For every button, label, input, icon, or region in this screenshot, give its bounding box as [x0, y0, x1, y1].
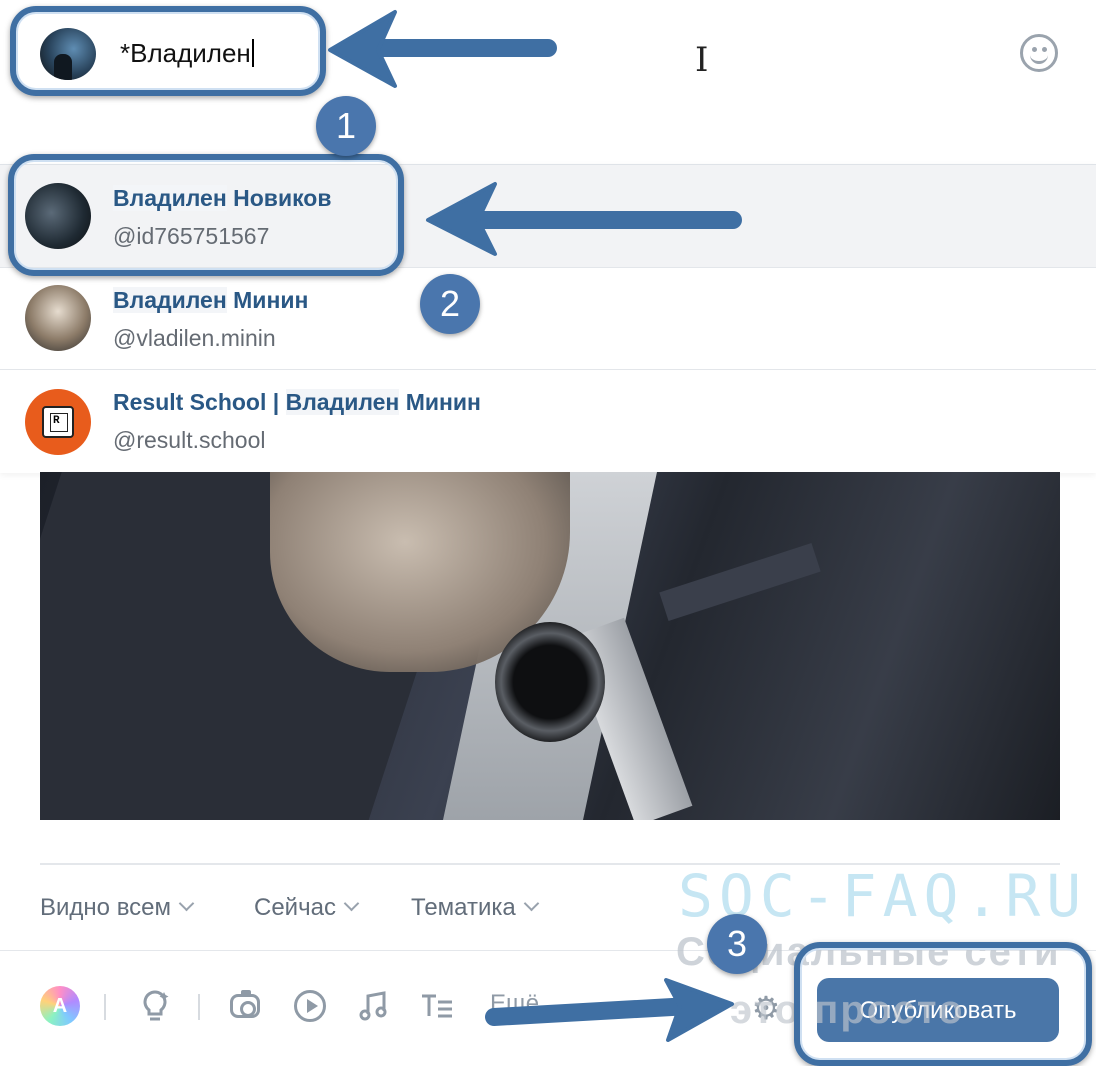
annotation-badge-2: 2	[420, 274, 480, 334]
post-composer-card: *Владилен I Владилен Новиков @id76575156…	[0, 0, 1096, 1066]
annotation-badge-1: 1	[316, 96, 376, 156]
annotation-badge-3: 3	[707, 914, 767, 974]
annotation-arrows	[328, 10, 742, 1042]
